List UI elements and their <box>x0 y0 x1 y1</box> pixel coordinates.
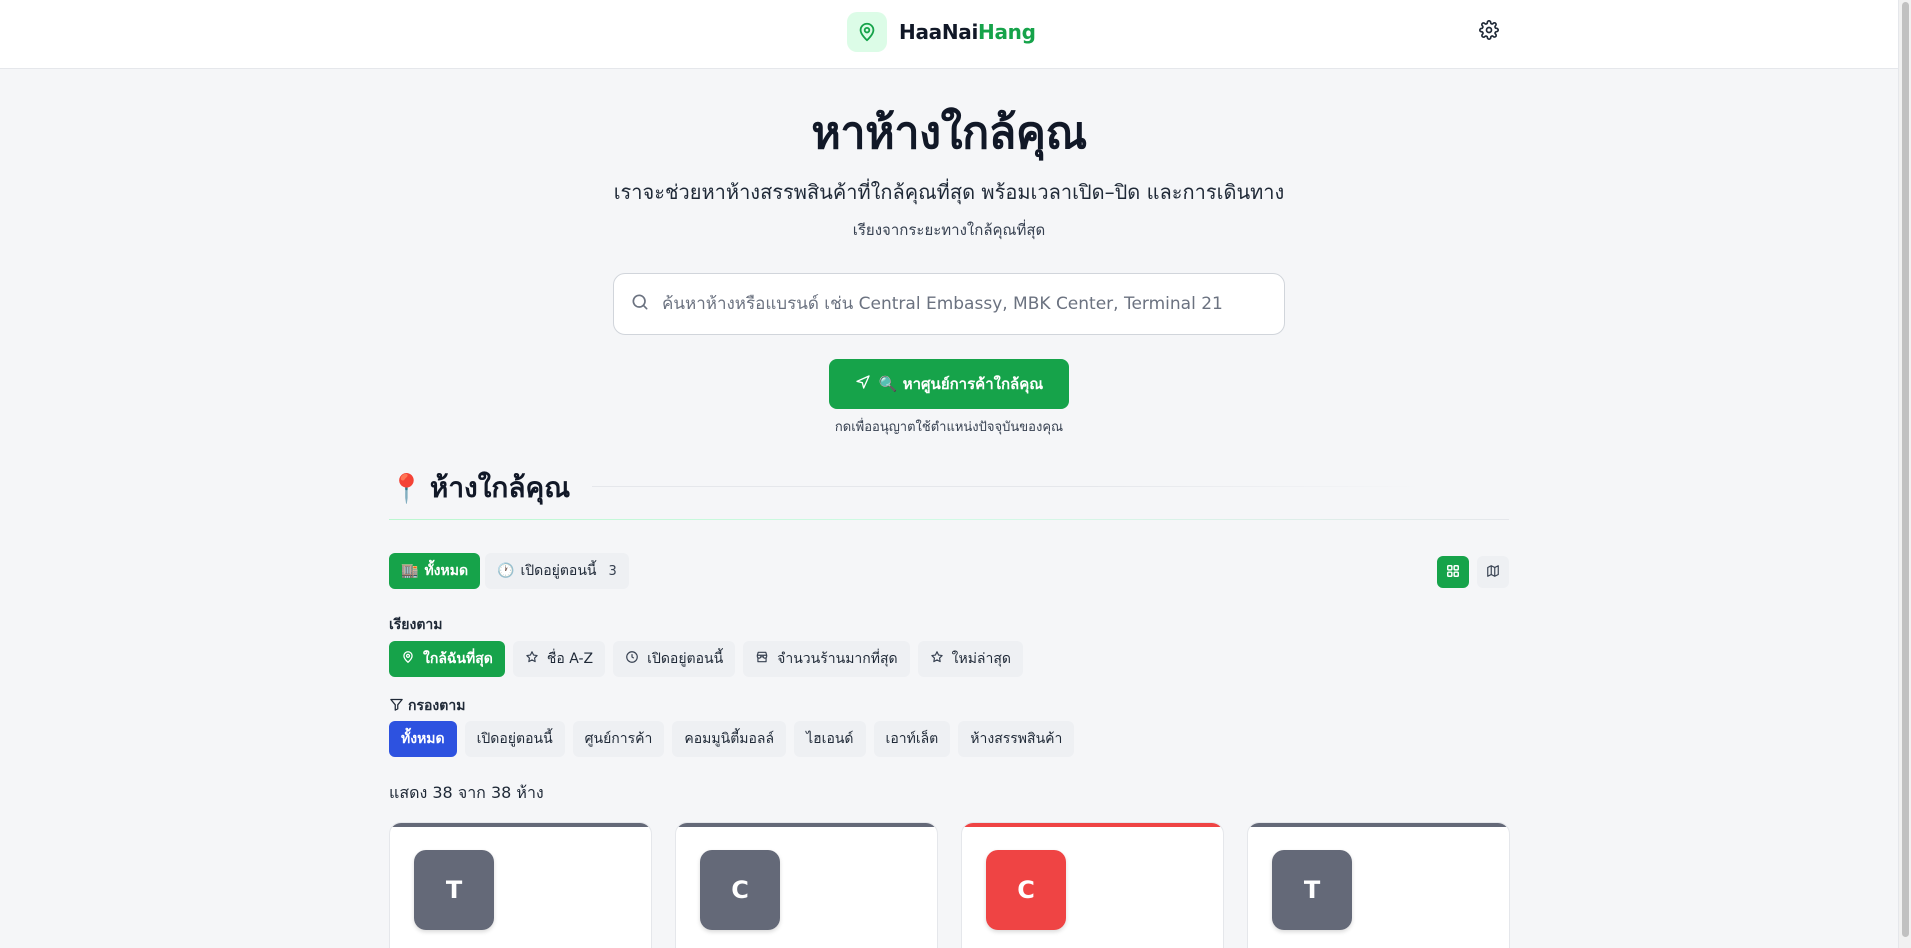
brand-name: HaaNaiHang <box>899 20 1036 44</box>
brand-name-part2: Hang <box>978 20 1036 44</box>
page-note: เรียงจากระยะทางใกล้คุณที่สุด <box>852 221 1046 239</box>
top-header: HaaNaiHang <box>0 0 1898 69</box>
page-subtitle: เราจะช่วยหาห้างสรรพสินค้าที่ใกล้คุณที่สุ… <box>613 180 1285 204</box>
tab-all-label: ทั้งหมด <box>424 563 469 579</box>
page-scrollbar[interactable] <box>1898 0 1911 948</box>
tab-open-count: 3 <box>608 563 617 579</box>
filter-icon <box>389 697 404 716</box>
sort-most-stores-label: จำนวนร้านมากที่สุด <box>777 651 898 667</box>
map-pin-icon <box>401 650 415 668</box>
building-emoji-icon: 🏬 <box>401 563 419 579</box>
results-count: แสดง 38 จาก 38 ห้าง <box>389 783 544 802</box>
section-title-text: ห้างใกล้คุณ <box>429 471 571 504</box>
card-color-bar <box>390 823 651 827</box>
mall-avatar: T <box>1272 850 1352 930</box>
sort-options: ใกล้ฉันที่สุด ชื่อ A-Z เปิดอยู่ตอนนี้ จำ… <box>389 641 1023 677</box>
grid-view-button[interactable] <box>1437 556 1469 588</box>
mall-card[interactable]: T <box>389 822 652 948</box>
sort-label: เรียงตาม <box>389 617 443 633</box>
tab-all[interactable]: 🏬 ทั้งหมด <box>389 553 481 589</box>
card-color-bar <box>676 823 937 827</box>
sort-name-az-label: ชื่อ A-Z <box>546 651 594 667</box>
filter-open-now[interactable]: เปิดอยู่ตอนนี้ <box>464 721 565 757</box>
brand-logo[interactable]: HaaNaiHang <box>847 12 1036 52</box>
scrollbar-thumb[interactable] <box>1902 2 1909 937</box>
filter-all[interactable]: ทั้งหมด <box>389 721 457 757</box>
pin-emoji-icon: 📍 <box>389 471 424 505</box>
page-title: หาห้างใกล้คุณ <box>811 106 1087 159</box>
sort-open-now-label: เปิดอยู่ตอนนี้ <box>647 651 724 667</box>
grid-icon <box>1446 563 1460 582</box>
map-icon <box>1486 563 1500 582</box>
mall-card[interactable]: T <box>1247 822 1510 948</box>
mall-avatar: C <box>986 850 1066 930</box>
filter-community-mall[interactable]: คอมมูนิตี้มอลล์ <box>672 721 787 757</box>
card-color-bar <box>962 823 1223 827</box>
filter-label-text: กรองตาม <box>408 698 466 714</box>
section-title: 📍 ห้างใกล้คุณ <box>389 466 570 510</box>
sort-nearest[interactable]: ใกล้ฉันที่สุด <box>389 641 505 677</box>
mall-avatar: C <box>700 850 780 930</box>
tab-open-label: เปิดอยู่ตอนนี้ <box>520 563 597 579</box>
sort-most-stores[interactable]: จำนวนร้านมากที่สุด <box>743 641 910 677</box>
map-pin-icon <box>847 12 887 52</box>
mall-avatar: T <box>414 850 494 930</box>
navigation-icon <box>855 374 871 394</box>
section-title-line <box>592 486 1422 487</box>
sort-nearest-label: ใกล้ฉันที่สุด <box>423 651 493 667</box>
search-input[interactable] <box>662 294 1262 314</box>
gear-icon[interactable] <box>1479 20 1501 42</box>
clock-icon <box>625 650 639 668</box>
tab-open-now[interactable]: 🕐 เปิดอยู่ตอนนี้ 3 <box>485 553 629 589</box>
sort-name-az[interactable]: ชื่อ A-Z <box>512 641 606 677</box>
store-icon <box>755 650 769 668</box>
filter-outlet[interactable]: เอาท์เล็ต <box>873 721 951 757</box>
mall-card[interactable]: C <box>961 822 1224 948</box>
locate-button-label: 🔍 หาศูนย์การค้าใกล้คุณ <box>878 375 1044 393</box>
locate-button[interactable]: 🔍 หาศูนย์การค้าใกล้คุณ <box>829 359 1069 409</box>
star-icon <box>525 650 539 668</box>
filter-high-end[interactable]: ไฮเอนด์ <box>794 721 866 757</box>
sort-newest-label: ใหม่ล่าสุด <box>951 651 1011 667</box>
section-divider <box>389 519 1509 520</box>
card-color-bar <box>1248 823 1509 827</box>
mall-card[interactable]: C <box>675 822 938 948</box>
star-icon <box>930 650 944 668</box>
clock-emoji-icon: 🕐 <box>497 563 515 579</box>
search-icon <box>630 292 650 316</box>
locate-hint: กดเพื่ออนุญาตใช้ตำแหน่งปัจจุบันของคุณ <box>834 420 1064 435</box>
sort-newest[interactable]: ใหม่ล่าสุด <box>917 641 1023 677</box>
brand-name-part1: HaaNai <box>899 20 979 44</box>
filter-department-store[interactable]: ห้างสรรพสินค้า <box>958 721 1075 757</box>
filter-label: กรองตาม <box>389 695 465 717</box>
filter-options: ทั้งหมด เปิดอยู่ตอนนี้ ศูนย์การค้า คอมมู… <box>389 721 1075 757</box>
search-box[interactable] <box>613 273 1285 335</box>
sort-open-now[interactable]: เปิดอยู่ตอนนี้ <box>613 641 736 677</box>
map-view-button[interactable] <box>1477 556 1509 588</box>
filter-shopping-center[interactable]: ศูนย์การค้า <box>572 721 665 757</box>
